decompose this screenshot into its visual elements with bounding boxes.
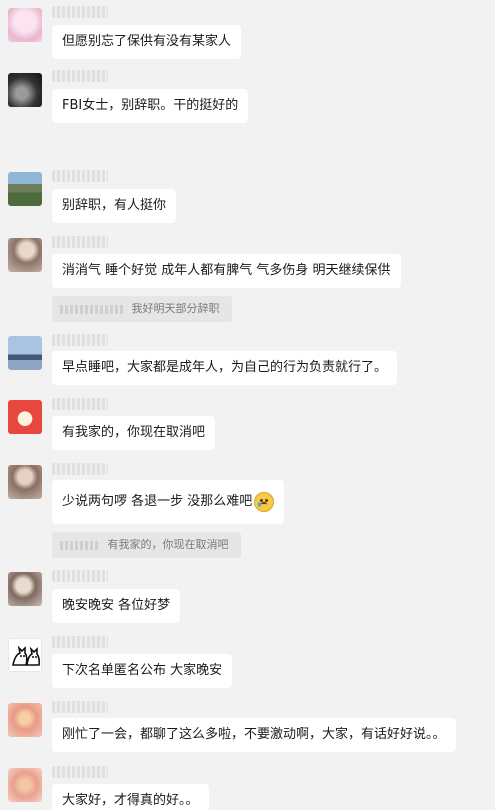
sender-name-redacted [52, 70, 108, 82]
message-bubble[interactable]: FBI女士，别辞职。干的挺好的 [52, 89, 249, 123]
sender-name-redacted [52, 766, 108, 778]
message-bubble[interactable]: 大家好，才得真的好。。 [52, 784, 209, 810]
sender-name-redacted [52, 6, 108, 18]
girl-portrait-avatar[interactable] [8, 238, 42, 272]
message-text: 刚忙了一会，都聊了这么多啦，不要激动啊，大家，有话好好说。。 [62, 727, 446, 742]
cats-drawing-avatar[interactable] [8, 638, 42, 672]
message-text: 消消气 睡个好觉 成年人都有脾气 气多伤身 明天继续保供 [62, 263, 391, 278]
chat-message-list[interactable]: 但愿别忘了保供有没有某家人 FBI女士，别辞职。干的挺好的 别辞职，有人挺你 消… [0, 0, 495, 810]
sender-name-redacted [52, 463, 108, 475]
flower-photo-avatar[interactable] [8, 703, 42, 737]
message-bubble[interactable]: 少说两句啰 各退一步 没那么难吧 [52, 480, 285, 524]
pink-character-avatar[interactable] [8, 8, 42, 42]
bridge-photo-avatar[interactable] [8, 336, 42, 370]
sender-name-redacted [52, 170, 108, 182]
crying-face-emoji [254, 491, 275, 512]
message-text: 大家好，才得真的好。。 [62, 793, 199, 808]
sender-name-redacted [52, 636, 108, 648]
message-bubble[interactable]: 消消气 睡个好觉 成年人都有脾气 气多伤身 明天继续保供 [52, 254, 401, 288]
message-bubble[interactable]: 但愿别忘了保供有没有某家人 [52, 25, 242, 59]
message-text: FBI女士，别辞职。干的挺好的 [62, 98, 239, 113]
quoted-text: 有我家的，你现在取消吧 [107, 538, 229, 551]
message-bubble[interactable]: 别辞职，有人挺你 [52, 189, 177, 223]
message-text: 有我家的，你现在取消吧 [62, 425, 206, 440]
quoted-reply[interactable]: 我好明天部分辞职 [52, 296, 232, 322]
message-text: 早点睡吧，大家都是成年人，为自己的行为负责就行了。 [62, 360, 388, 375]
mountain-landscape-avatar[interactable] [8, 172, 42, 206]
sender-name-redacted [52, 398, 108, 410]
dark-photo-avatar[interactable] [8, 73, 42, 107]
quoted-text: 我好明天部分辞职 [131, 302, 220, 315]
message-text: 别辞职，有人挺你 [62, 198, 167, 213]
sender-name-redacted [52, 701, 108, 713]
girl-portrait-avatar[interactable] [8, 572, 42, 606]
message-bubble[interactable]: 下次名单匿名公布 大家晚安 [52, 654, 233, 688]
message-text: 晚安晚安 各位好梦 [62, 598, 171, 613]
message-text: 少说两句啰 各退一步 没那么难吧 [62, 494, 253, 509]
sender-name-redacted [52, 334, 108, 346]
message-bubble[interactable]: 晚安晚安 各位好梦 [52, 589, 181, 623]
quoted-sender-redacted [60, 304, 124, 314]
red-cartoon-avatar[interactable] [8, 400, 42, 434]
message-bubble[interactable]: 有我家的，你现在取消吧 [52, 416, 216, 450]
quoted-reply[interactable]: 有我家的，你现在取消吧 [52, 532, 241, 558]
message-text: 下次名单匿名公布 大家晚安 [62, 663, 223, 678]
message-bubble[interactable]: 早点睡吧，大家都是成年人，为自己的行为负责就行了。 [52, 351, 398, 385]
sender-name-redacted [52, 570, 108, 582]
message-text: 但愿别忘了保供有没有某家人 [62, 34, 232, 49]
sender-name-redacted [52, 236, 108, 248]
girl-portrait-avatar[interactable] [8, 465, 42, 499]
quoted-sender-redacted [60, 540, 100, 550]
cats-icon [12, 645, 41, 666]
message-bubble[interactable]: 刚忙了一会，都聊了这么多啦，不要激动啊，大家，有话好好说。。 [52, 718, 456, 752]
flower-photo-avatar[interactable] [8, 768, 42, 802]
